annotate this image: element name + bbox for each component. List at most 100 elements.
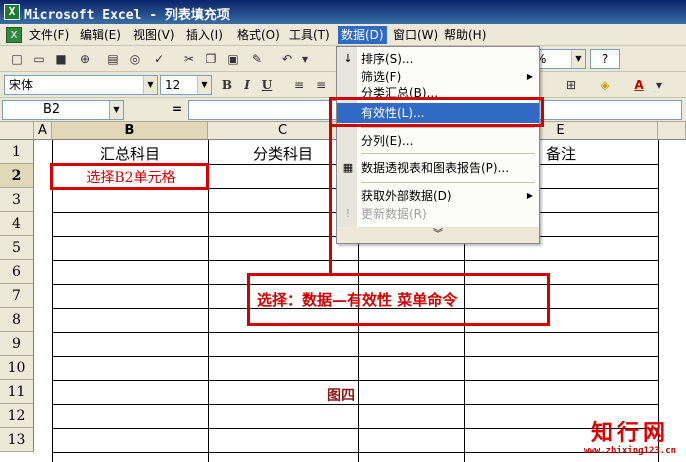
row-header-5[interactable]: 5: [0, 236, 34, 260]
row-header-9[interactable]: 9: [0, 332, 34, 356]
menu-separator: [361, 127, 535, 128]
site-watermark: 知行网 www.zhixing123.cn: [574, 420, 686, 462]
watermark-url: www.zhixing123.cn: [583, 446, 677, 456]
cell-note: 选择B2单元格: [86, 170, 176, 186]
font-size-combo[interactable]: 12 ▼: [160, 75, 212, 95]
menu-separator: [361, 153, 535, 154]
help-button[interactable]: ?: [590, 49, 620, 69]
menu-bar: X 文件(F) 编辑(E) 视图(V) 插入(I) 格式(O) 工具(T) 数据…: [0, 24, 686, 46]
align-center-icon[interactable]: ≡: [312, 76, 330, 94]
print-icon[interactable]: ▤: [104, 50, 122, 68]
align-left-icon[interactable]: ≡: [290, 76, 308, 94]
menu-item-refresh[interactable]: ! 更新数据(R): [337, 204, 539, 224]
row-header-4[interactable]: 4: [0, 212, 34, 236]
window-title: Microsoft Excel - 列表填充项: [24, 8, 230, 23]
menu-item-external-label: 获取外部数据(D): [361, 189, 452, 203]
grid-line: [52, 332, 658, 333]
column-header-b[interactable]: B: [52, 122, 208, 140]
italic-icon[interactable]: I: [238, 76, 256, 94]
menu-item-refresh-label: 更新数据(R): [361, 207, 427, 221]
menu-tools[interactable]: 工具(T): [286, 26, 333, 44]
menu-help[interactable]: 帮助(H): [441, 26, 489, 44]
name-box[interactable]: B2 ▼: [2, 100, 124, 120]
row-header-8[interactable]: 8: [0, 308, 34, 332]
refresh-icon: !: [345, 207, 351, 220]
grid-line: [52, 380, 658, 381]
menu-separator: [361, 182, 535, 183]
grid-line: [52, 260, 658, 261]
borders-icon[interactable]: ⊞: [562, 76, 580, 94]
menu-item-pivot-table[interactable]: ▦ 数据透视表和图表报告(P)...: [337, 158, 539, 178]
menu-file[interactable]: 文件(F): [26, 26, 72, 44]
validation-highlight-box: [329, 97, 544, 127]
chevron-down-icon[interactable]: ▼: [571, 50, 585, 68]
chevron-down-icon[interactable]: ▼: [197, 76, 211, 94]
font-name-combo[interactable]: 宋体 ▼: [4, 75, 158, 95]
grid-line: [52, 428, 658, 429]
column-header-f[interactable]: [658, 122, 686, 140]
row-header-6[interactable]: 6: [0, 260, 34, 284]
row-header-1[interactable]: 1: [0, 140, 34, 164]
sort-az-icon: ↓: [343, 52, 353, 65]
fill-color-icon[interactable]: ◈: [596, 76, 614, 94]
menu-item-pivot-label: 数据透视表和图表报告(P)...: [361, 161, 510, 175]
annotation-connector-line: [329, 127, 332, 275]
pivot-table-icon: ▦: [342, 161, 354, 174]
menu-item-sort-label: 排序(S)...: [361, 52, 414, 66]
undo-dropdown-icon[interactable]: ▾: [296, 50, 314, 68]
menu-format[interactable]: 格式(O): [234, 26, 283, 44]
undo-icon[interactable]: ↶: [278, 50, 296, 68]
print-preview-icon[interactable]: ◎: [126, 50, 144, 68]
underline-icon[interactable]: U: [258, 76, 276, 94]
menu-item-filter-label: 筛选(F): [361, 70, 402, 84]
menu-view[interactable]: 视图(V): [130, 26, 178, 44]
row-header-13[interactable]: 13: [0, 428, 34, 452]
menu-data[interactable]: 数据(D): [338, 26, 387, 44]
row-header-2[interactable]: 2: [0, 164, 34, 188]
cell-b1[interactable]: 汇总科目: [52, 143, 208, 164]
chevron-down-icon[interactable]: ▼: [109, 101, 123, 119]
workbook-icon[interactable]: X: [6, 27, 22, 43]
row-header-7[interactable]: 7: [0, 284, 34, 308]
title-bar: X Microsoft Excel - 列表填充项: [0, 0, 686, 24]
row-header-10[interactable]: 10: [0, 356, 34, 380]
menu-item-sort[interactable]: ↓ 排序(S)...: [337, 49, 539, 69]
menu-item-text-to-columns[interactable]: 分列(E)...: [337, 131, 539, 151]
menu-edit[interactable]: 编辑(E): [77, 26, 124, 44]
font-color-icon[interactable]: A: [630, 76, 648, 94]
menu-item-external-data[interactable]: 获取外部数据(D) ▶: [337, 186, 539, 206]
excel-app-icon[interactable]: X: [4, 4, 20, 20]
submenu-arrow-icon: ▶: [526, 191, 533, 200]
figure-caption: 图四: [327, 388, 355, 404]
font-name-value: 宋体: [9, 78, 34, 92]
data-menu-dropdown: ↓ 排序(S)... 筛选(F) ▶ 分类汇总(B)... 有效性(L)... …: [336, 46, 540, 244]
row-header-12[interactable]: 12: [0, 404, 34, 428]
column-header-a[interactable]: A: [34, 122, 52, 140]
menu-window[interactable]: 窗口(W): [390, 26, 441, 44]
formula-fx-label: =: [172, 102, 183, 116]
help-label: ?: [601, 52, 609, 66]
font-color-dropdown-icon[interactable]: ▾: [650, 76, 668, 94]
cut-icon[interactable]: ✂: [180, 50, 198, 68]
chevron-down-icon[interactable]: ▼: [143, 76, 157, 94]
row-header-3[interactable]: 3: [0, 188, 34, 212]
bold-icon[interactable]: B: [218, 76, 236, 94]
name-box-value: B2: [43, 102, 61, 117]
select-all-corner[interactable]: [0, 122, 34, 140]
font-size-value: 12: [165, 78, 181, 92]
grid-line: [52, 356, 658, 357]
menu-note: 选择：数据—有效性 菜单命令: [257, 291, 458, 309]
menu-insert[interactable]: 插入(I): [183, 26, 226, 44]
permission-icon[interactable]: ⊕: [76, 50, 94, 68]
new-file-icon[interactable]: □: [8, 50, 26, 68]
copy-icon[interactable]: ❐: [202, 50, 220, 68]
expand-menu-chevron-icon[interactable]: ︾: [337, 227, 539, 243]
save-icon[interactable]: ■: [52, 50, 70, 68]
watermark-name: 知行网: [590, 420, 669, 446]
row-header-11[interactable]: 11: [0, 380, 34, 404]
spelling-icon[interactable]: ✓: [150, 50, 168, 68]
open-folder-icon[interactable]: ▭: [30, 50, 48, 68]
format-painter-icon[interactable]: ✎: [248, 50, 266, 68]
menu-item-text-to-columns-label: 分列(E)...: [361, 134, 414, 148]
paste-icon[interactable]: ▣: [224, 50, 242, 68]
